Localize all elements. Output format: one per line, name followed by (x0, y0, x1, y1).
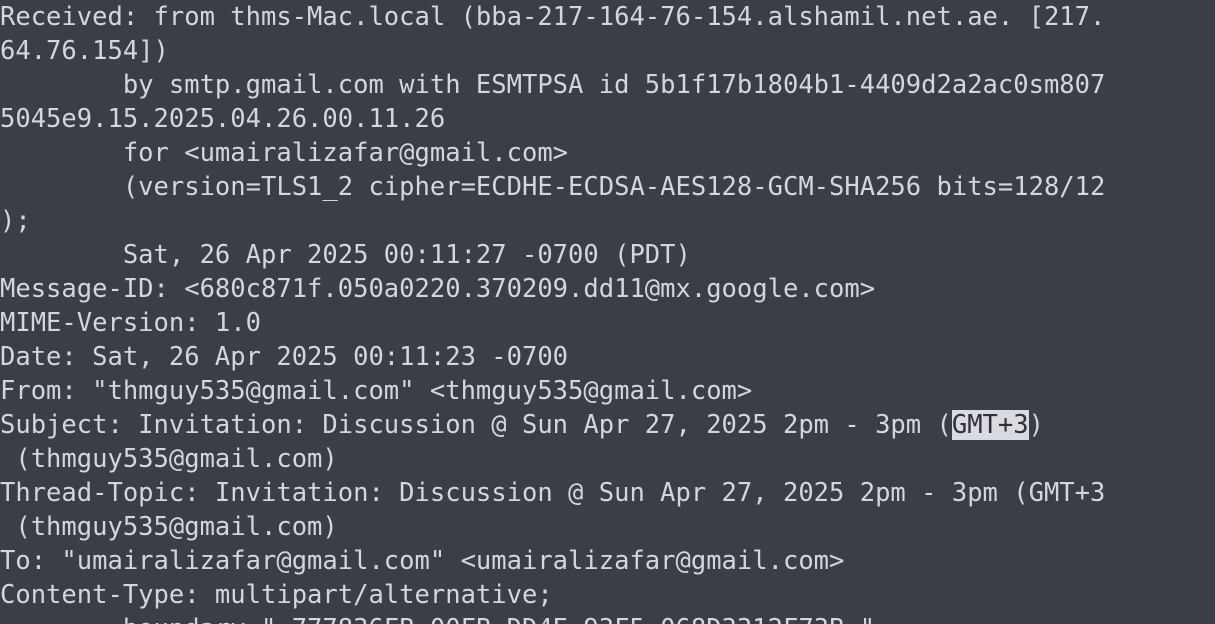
header-line-boundary: boundary="_777836FB-00FB-DD4E-93F5-068D3… (0, 612, 1215, 624)
header-line-subject-cont: (thmguy535@gmail.com) (0, 444, 338, 474)
header-line-from: From: "thmguy535@gmail.com" <thmguy535@g… (0, 376, 753, 406)
header-line-received-2: 64.76.154]) (0, 36, 169, 66)
header-line-received-1: Received: from thms-Mac.local (bba-217-1… (0, 2, 1106, 32)
header-line-received-4: 5045e9.15.2025.04.26.00.11.26 (0, 104, 446, 134)
header-line-to: To: "umairalizafar@gmail.com" <umairaliz… (0, 546, 845, 576)
header-line-received-6: (version=TLS1_2 cipher=ECDHE-ECDSA-AES12… (0, 172, 1106, 202)
header-line-content-type: Content-Type: multipart/alternative; (0, 580, 553, 610)
header-line-date: Date: Sat, 26 Apr 2025 00:11:23 -0700 (0, 342, 569, 372)
header-line-message-id: Message-ID: <680c871f.050a0220.370209.dd… (0, 274, 876, 304)
selected-text-highlight[interactable]: GMT+3 (951, 410, 1029, 440)
subject-suffix: ) (1028, 410, 1044, 440)
selected-text-gmt: GMT (951, 410, 998, 440)
terminal-window[interactable]: Received: from thms-Mac.local (bba-217-1… (0, 0, 1215, 624)
selected-text-offset: +3 (997, 410, 1029, 440)
header-line-received-5: for <umairalizafar@gmail.com> (0, 138, 569, 168)
header-line-mime-version: MIME-Version: 1.0 (0, 308, 261, 338)
header-line-thread-topic-cont: (thmguy535@gmail.com) (0, 512, 338, 542)
header-line-received-7: ); (0, 206, 31, 236)
header-line-received-3: by smtp.gmail.com with ESMTPSA id 5b1f17… (0, 70, 1106, 100)
header-line-subject: Subject: Invitation: Discussion @ Sun Ap… (0, 408, 1215, 442)
subject-prefix: Subject: Invitation: Discussion @ Sun Ap… (0, 410, 952, 440)
header-line-received-8: Sat, 26 Apr 2025 00:11:27 -0700 (PDT) (0, 240, 691, 270)
header-line-thread-topic: Thread-Topic: Invitation: Discussion @ S… (0, 478, 1106, 508)
